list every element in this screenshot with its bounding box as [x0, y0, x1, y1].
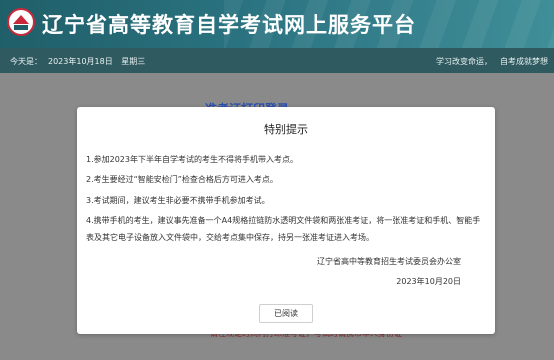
notice-item-4: 4.携带手机的考生，建议事先准备一个A4规格拉链防水透明文件袋和两张准考证，将一…	[86, 216, 481, 242]
current-date: 2023年10月18日	[48, 57, 113, 66]
site-title: 辽宁省高等教育自学考试网上服务平台	[42, 13, 416, 37]
date-bar: 今天是： 2023年10月18日 星期三 学习改变命运， 自考成就梦想	[0, 48, 554, 73]
notice-modal: 特别提示 1.参加2023年下半年自学考试的考生不得将手机带入考点。 2.考生要…	[77, 107, 495, 334]
notice-date: 2023年10月20日	[396, 277, 461, 286]
notice-signer: 辽宁省高中等教育招生考试委员会办公室	[317, 257, 461, 266]
site-logo-icon	[7, 8, 35, 36]
site-header: 辽宁省高等教育自学考试网上服务平台	[0, 0, 554, 48]
notice-item-2: 2.考生要经过“智能安检门”检查合格后方可进入考点。	[86, 175, 278, 184]
current-weekday: 星期三	[121, 57, 146, 66]
read-confirm-button[interactable]: 已阅读	[259, 304, 313, 323]
date-info: 今天是： 2023年10月18日 星期三	[10, 56, 151, 67]
notice-item-1: 1.参加2023年下半年自学考试的考生不得将手机带入考点。	[86, 155, 298, 164]
slogan-part-2: 自考成就梦想	[500, 57, 548, 66]
modal-title: 特别提示	[264, 123, 308, 136]
notice-item-3: 3.考试期间，建议考生非必要不携带手机参加考试。	[86, 196, 270, 205]
slogan-part-1: 学习改变命运，	[436, 57, 492, 66]
today-label: 今天是：	[10, 57, 42, 66]
slogan: 学习改变命运， 自考成就梦想	[428, 56, 548, 67]
